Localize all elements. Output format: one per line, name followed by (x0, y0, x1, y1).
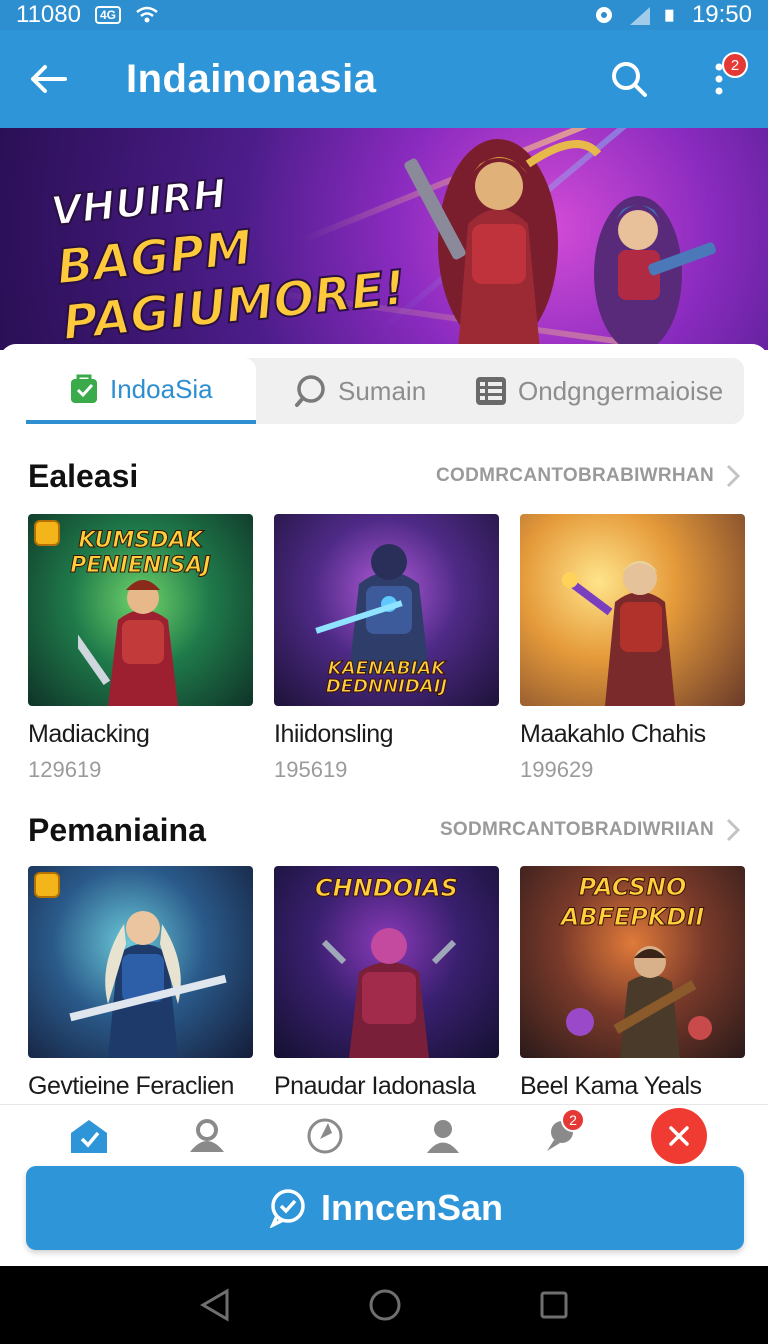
tab-label: IndoaSia (110, 373, 213, 404)
close-button[interactable] (649, 1106, 709, 1166)
nav-home[interactable] (59, 1106, 119, 1166)
status-bar: 11080 4G 19:50 (0, 0, 768, 30)
hero-slogan: VHUIRH BAGPM PAGIUMORE! (48, 148, 410, 350)
section-title: Pemaniaina (28, 811, 206, 848)
game-grid: Gevtieine Feraclien CHNDOIAS Pnaudar Iad… (28, 866, 745, 1101)
game-count: 199629 (520, 757, 594, 782)
game-card[interactable]: CHNDOIAS Pnaudar Iadonasla (274, 866, 499, 1101)
users-icon (190, 1118, 224, 1152)
search-icon (295, 375, 325, 407)
page-title: Indainonasia (126, 56, 377, 101)
nav-explore[interactable] (295, 1106, 355, 1166)
nav-messages[interactable]: 2 (531, 1106, 591, 1166)
arrow-left-icon (31, 65, 67, 93)
game-card[interactable]: PACSNO ABFEPKDII Beel Kama Yeals (520, 866, 745, 1101)
game-count: 129619 (28, 757, 102, 782)
home-icon (71, 1119, 107, 1153)
search-icon (612, 62, 647, 97)
coin-icon (34, 872, 60, 898)
game-name: Maakahlo Chahis (520, 720, 706, 748)
signal-icon (629, 7, 650, 25)
game-card[interactable]: Gevtieine Feraclien (28, 866, 253, 1101)
nav-profile[interactable] (413, 1106, 473, 1166)
section-header: Pemaniaina SODMRCANTOBRADIWRIIAN (28, 810, 740, 850)
tab-label: Ondgngermaioise (518, 375, 724, 406)
thumbnail-caption: PACSNO ABFEPKDII (560, 873, 705, 932)
chevron-right-icon (726, 464, 740, 488)
game-card[interactable]: KUMSDAK PENIENISAJ Madiacking 129619 (28, 514, 253, 783)
tab-label: Sumain (338, 375, 427, 406)
game-name: Madiacking (28, 720, 150, 748)
wifi-icon (136, 6, 158, 23)
primary-action-button[interactable]: InncenSan (26, 1166, 744, 1250)
user-icon (427, 1119, 459, 1153)
game-count: 195619 (274, 757, 348, 782)
game-name: Beel Kama Yeals (520, 1072, 702, 1100)
game-name: Gevtieine Feraclien (28, 1072, 234, 1100)
section-header: Ealeasi CODMRCANTOBRABIWRHAN (28, 456, 740, 496)
section-see-all-link[interactable]: CODMRCANTOBRABIWRHAN (436, 464, 740, 488)
home-circle-icon[interactable] (368, 1288, 402, 1322)
primary-action-label: InncenSan (320, 1187, 504, 1228)
game-card[interactable]: Maakahlo Chahis 199629 (520, 514, 745, 783)
see-all-label: CODMRCANTOBRABIWRHAN (436, 465, 714, 486)
see-all-label: SODMRCANTOBRADIWRIIAN (439, 819, 714, 840)
tab-ondgngermaioise[interactable]: Ondgngermaioise (474, 358, 723, 424)
section-see-all-link[interactable]: SODMRCANTOBRADIWRIIAN (440, 818, 740, 842)
more-menu-button[interactable]: 2 (694, 52, 748, 104)
game-thumbnail (520, 514, 745, 706)
thumbnail-caption: KAENABIAK DEDNNIDAIJ (325, 658, 448, 697)
notification-badge: 2 (722, 52, 748, 78)
hero-warriors-illustration (404, 139, 716, 350)
status-time: 11080 (16, 1, 81, 28)
thumbnail-caption: CHNDOIAS (315, 874, 459, 903)
game-thumbnail: KAENABIAK DEDNNIDAIJ (274, 514, 499, 706)
game-name: Ihiidonsling (274, 720, 394, 748)
game-thumbnail (28, 866, 253, 1058)
search-button[interactable] (604, 54, 654, 104)
battery-icon (665, 9, 674, 22)
messages-badge: 2 (561, 1107, 585, 1132)
game-thumbnail: PACSNO ABFEPKDII (520, 866, 745, 1058)
game-thumbnail: CHNDOIAS (274, 866, 499, 1058)
game-name: Pnaudar Iadonasla (274, 1072, 476, 1100)
system-navigation-bar (0, 1266, 768, 1344)
tab-sumain[interactable]: Sumain (294, 358, 444, 424)
hero-banner[interactable]: VHUIRH BAGPM PAGIUMORE! (0, 128, 768, 350)
tab-indoasia[interactable]: IndoaSia (26, 358, 256, 424)
close-icon (669, 1125, 689, 1146)
recents-square-icon[interactable] (539, 1290, 569, 1320)
chevron-right-icon (726, 818, 740, 842)
compass-icon (307, 1118, 343, 1153)
bag-icon (71, 374, 97, 403)
app-bar: Indainonasia 2 (0, 30, 768, 128)
back-triangle-icon[interactable] (199, 1288, 231, 1322)
tab-bar: IndoaSia Sumain Ondgngermaioise (26, 358, 744, 424)
bottom-navigation: 2 (0, 1104, 768, 1166)
alarm-icon (595, 7, 612, 23)
game-card[interactable]: KAENABIAK DEDNNIDAIJ Ihiidonsling 195619 (274, 514, 499, 783)
section-title: Ealeasi (28, 457, 139, 494)
status-clock: 19:50 (691, 1, 752, 28)
game-thumbnail: KUMSDAK PENIENISAJ (28, 514, 253, 706)
nav-community[interactable] (177, 1106, 237, 1166)
game-grid: KUMSDAK PENIENISAJ Madiacking 129619 KAE… (28, 514, 745, 783)
network-chip: 4G (94, 6, 121, 24)
back-button[interactable] (24, 54, 74, 104)
list-icon (476, 377, 506, 405)
chat-bubble-icon (269, 1189, 305, 1228)
